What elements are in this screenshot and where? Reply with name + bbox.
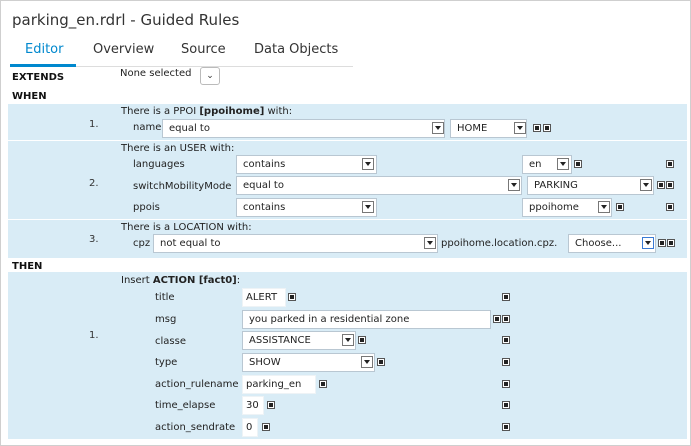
action-field-title: title: [155, 292, 175, 303]
condition-1-operator-dropdown[interactable]: [432, 122, 444, 134]
condition-3-number: 3.: [89, 234, 99, 245]
action-time-elapse-input[interactable]: 30: [242, 396, 264, 415]
condition-2-languages-value-dropdown[interactable]: [557, 158, 569, 170]
action-classe-select[interactable]: ASSISTANCE: [242, 331, 356, 350]
tab-editor[interactable]: Editor: [25, 42, 63, 57]
action-sendrate-input[interactable]: 0: [242, 418, 258, 437]
condition-2-switchmobilitymode-value[interactable]: PARKING: [527, 176, 654, 195]
extends-label: EXTENDS: [12, 72, 65, 83]
caret-down-icon: [365, 162, 371, 166]
active-tab-indicator: [10, 64, 76, 67]
action-rulename-input[interactable]: parking_en: [242, 375, 316, 394]
caret-down-icon: [345, 338, 351, 342]
extends-dropdown-button[interactable]: ⌄: [200, 67, 220, 85]
remove-icon[interactable]: [659, 240, 665, 246]
caret-down-icon: [645, 241, 651, 245]
caret-down-icon: [560, 162, 566, 166]
condition-2-switchmobilitymode-operator-dropdown[interactable]: [508, 179, 520, 191]
remove-icon[interactable]: [359, 337, 365, 343]
remove-icon[interactable]: [658, 182, 664, 188]
action-field-rulename: action_rulename: [155, 379, 239, 390]
remove-icon[interactable]: [378, 359, 384, 365]
remove-icon[interactable]: [503, 316, 509, 322]
tab-source[interactable]: Source: [181, 42, 226, 57]
condition-2-languages-operator-dropdown[interactable]: [362, 158, 374, 170]
condition-2-ppois-operator-dropdown[interactable]: [362, 201, 374, 213]
page-title: parking_en.rdrl - Guided Rules: [12, 11, 240, 29]
caret-down-icon: [517, 126, 523, 130]
condition-2-switchmobilitymode-operator[interactable]: equal to: [236, 176, 522, 195]
remove-icon[interactable]: [263, 424, 269, 430]
action-field-classe: classe: [155, 336, 186, 347]
condition-2-languages-operator[interactable]: contains: [236, 155, 377, 174]
extends-value: None selected: [120, 68, 192, 79]
remove-icon[interactable]: [667, 204, 673, 210]
tab-data-objects[interactable]: Data Objects: [254, 42, 338, 57]
condition-3-field: cpz: [133, 238, 151, 249]
caret-down-icon: [427, 241, 433, 245]
remove-icon[interactable]: [503, 424, 509, 430]
remove-icon[interactable]: [503, 402, 509, 408]
when-label: WHEN: [12, 91, 47, 102]
condition-3-choose-dropdown[interactable]: [642, 237, 654, 249]
condition-1-value-dropdown[interactable]: [514, 122, 526, 134]
condition-2-header: There is an USER with:: [121, 143, 235, 154]
remove-icon[interactable]: [503, 337, 509, 343]
condition-3-header: There is a LOCATION with:: [121, 222, 252, 233]
action-msg-input[interactable]: you parked in a residential zone: [242, 310, 491, 329]
remove-icon[interactable]: [575, 161, 581, 167]
condition-2-ppois-operator[interactable]: contains: [236, 198, 377, 217]
caret-down-icon: [511, 183, 517, 187]
action-classe-dropdown[interactable]: [342, 334, 354, 346]
action-field-type: type: [155, 357, 178, 368]
condition-3-operator-dropdown[interactable]: [424, 237, 436, 249]
tab-overview[interactable]: Overview: [93, 42, 154, 57]
action-1-number: 1.: [89, 330, 99, 341]
condition-3-expression: ppoihome.location.cpz.: [441, 238, 558, 249]
remove-icon[interactable]: [667, 182, 673, 188]
then-label: THEN: [12, 261, 43, 272]
remove-icon[interactable]: [617, 204, 623, 210]
caret-down-icon: [435, 126, 441, 130]
condition-1-operator-select[interactable]: equal to: [162, 119, 445, 138]
remove-icon[interactable]: [320, 381, 326, 387]
action-1-header: Insert ACTION [fact0]:: [121, 275, 241, 286]
remove-icon[interactable]: [544, 125, 550, 131]
remove-icon[interactable]: [667, 161, 673, 167]
action-type-dropdown[interactable]: [361, 356, 373, 368]
caret-down-icon: [601, 205, 607, 209]
condition-2-ppois-value-dropdown[interactable]: [598, 201, 610, 213]
condition-2-number: 2.: [89, 178, 99, 189]
chevron-down-icon: ⌄: [206, 71, 214, 81]
condition-1-number: 1.: [89, 119, 99, 130]
caret-down-icon: [364, 360, 370, 364]
action-field-sendrate: action_sendrate: [155, 422, 236, 433]
condition-2-field-switchmobilitymode: switchMobilityMode: [133, 181, 232, 192]
action-type-select[interactable]: SHOW: [242, 353, 375, 372]
action-title-input[interactable]: ALERT: [242, 288, 286, 307]
condition-2-switchmobilitymode-value-dropdown[interactable]: [640, 179, 652, 191]
condition-3-operator-select[interactable]: not equal to: [153, 234, 438, 253]
action-field-msg: msg: [155, 314, 177, 325]
condition-1-header: There is a PPOI [ppoihome] with:: [121, 106, 293, 117]
condition-2-field-ppois: ppois: [133, 202, 160, 213]
condition-1-field: name: [133, 122, 162, 133]
caret-down-icon: [643, 183, 649, 187]
remove-icon[interactable]: [503, 359, 509, 365]
remove-icon[interactable]: [494, 316, 500, 322]
condition-2-field-languages: languages: [133, 159, 185, 170]
remove-icon[interactable]: [268, 402, 274, 408]
remove-icon[interactable]: [503, 381, 509, 387]
remove-icon[interactable]: [289, 294, 295, 300]
caret-down-icon: [365, 205, 371, 209]
action-field-time-elapse: time_elapse: [155, 400, 216, 411]
remove-icon[interactable]: [534, 125, 540, 131]
remove-icon[interactable]: [503, 294, 509, 300]
remove-icon[interactable]: [668, 240, 674, 246]
